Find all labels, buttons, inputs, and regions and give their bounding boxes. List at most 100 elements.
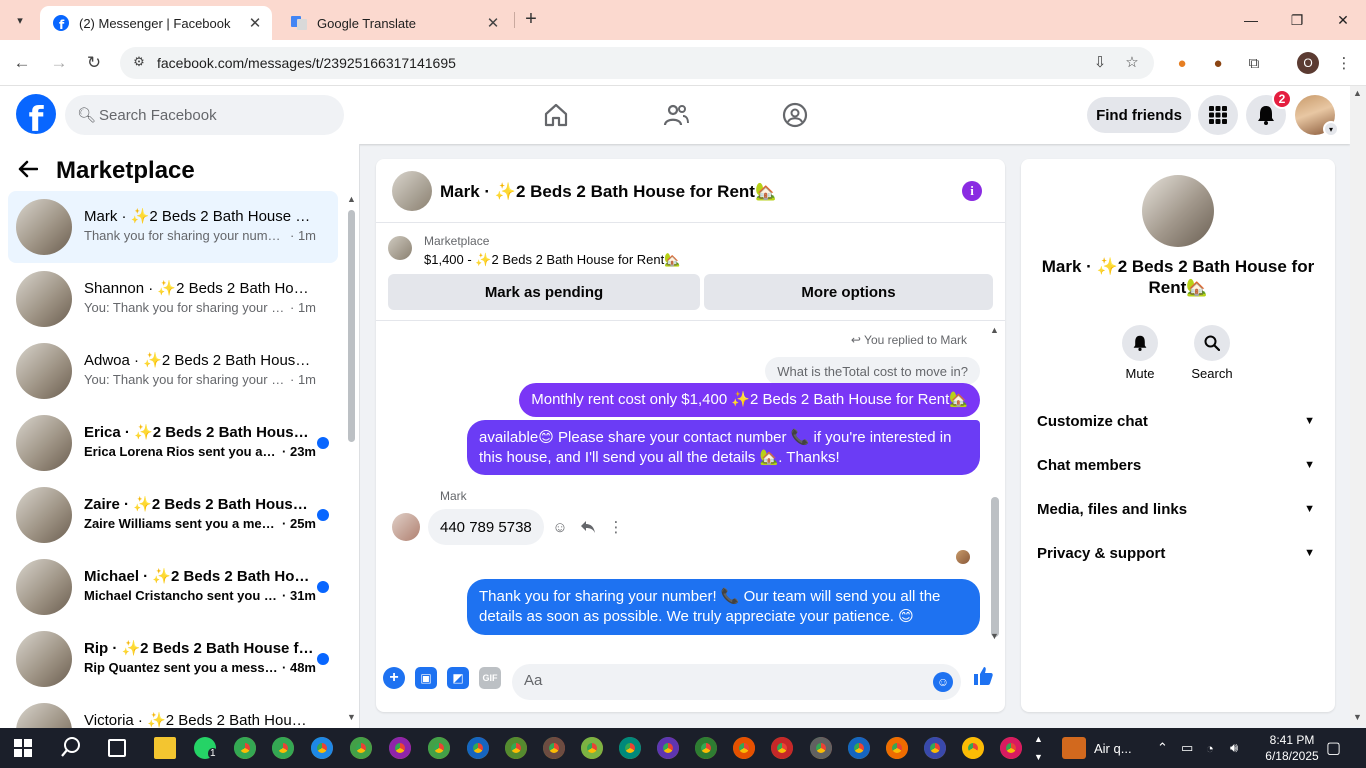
chrome-profile-icon[interactable] xyxy=(311,737,333,759)
file-explorer-icon[interactable] xyxy=(154,737,176,759)
forward-icon[interactable]: → xyxy=(46,50,72,76)
scroll-down-arrow-icon[interactable]: ▼ xyxy=(1353,712,1362,722)
conversation-item[interactable]: Zaire · ✨2 Beds 2 Bath House for Rent🏡 Za… xyxy=(8,479,338,551)
conversation-item[interactable]: Michael · ✨2 Beds 2 Bath House for Rent🏡… xyxy=(8,551,338,623)
outgoing-message[interactable]: Monthly rent cost only $1,400 ✨2 Beds 2 … xyxy=(519,383,980,417)
chrome-profile-icon[interactable] xyxy=(619,737,641,759)
chrome-profile-icon[interactable] xyxy=(810,737,832,759)
mark-as-pending-button[interactable]: Mark as pending xyxy=(388,274,700,310)
scroll-down-arrow-icon[interactable]: ▼ xyxy=(990,631,999,641)
chrome-profile-icon[interactable] xyxy=(505,737,527,759)
chrome-profile-icon[interactable] xyxy=(1000,737,1022,759)
taskbar-search-icon[interactable] xyxy=(60,736,84,760)
windows-start-icon[interactable] xyxy=(14,739,32,757)
install-app-icon[interactable]: ⇩ xyxy=(1090,53,1110,73)
plus-icon[interactable]: + xyxy=(383,667,405,689)
task-view-icon[interactable] xyxy=(108,739,126,757)
find-friends-button[interactable]: Find friends xyxy=(1087,97,1191,133)
emoji-icon[interactable]: ☺ xyxy=(933,672,953,692)
conversation-item[interactable]: Mark · ✨2 Beds 2 Bath House for Rent🏡 Tha… xyxy=(8,191,338,263)
chrome-profile-icon[interactable] xyxy=(581,737,603,759)
chrome-profile-icon[interactable] xyxy=(467,737,489,759)
system-clock[interactable]: 8:41 PM 6/18/2025 xyxy=(1262,732,1322,764)
listing-title[interactable]: $1,400 - ✨2 Beds 2 Bath House for Rent🏡 xyxy=(424,252,680,268)
chrome-profile-icon[interactable] xyxy=(848,737,870,759)
conversation-item[interactable]: Victoria · ✨2 Beds 2 Bath House for Rent… xyxy=(8,695,338,728)
customize-chat-section[interactable]: Customize chat ▼ xyxy=(1037,399,1319,443)
contact-avatar[interactable] xyxy=(1142,175,1214,247)
scroll-up-arrow-icon[interactable]: ▲ xyxy=(990,325,999,335)
outgoing-message[interactable]: Thank you for sharing your number! 📞 Our… xyxy=(467,579,980,635)
quoted-message[interactable]: What is theTotal cost to move in? xyxy=(765,357,980,385)
weather-icon[interactable] xyxy=(1062,737,1086,759)
conversation-item[interactable]: Rip · ✨2 Beds 2 Bath House for Rent🏡 Rip … xyxy=(8,623,338,695)
chrome-profile-icon[interactable] xyxy=(924,737,946,759)
network-device-icon[interactable]: ▭ xyxy=(1181,728,1193,768)
facebook-logo-icon[interactable]: f xyxy=(16,94,56,134)
account-avatar[interactable]: ▾ xyxy=(1295,95,1339,137)
outgoing-message[interactable]: available😊 Please share your contact num… xyxy=(467,420,980,475)
menu-grid-icon[interactable] xyxy=(1198,95,1238,135)
listing-thumbnail[interactable] xyxy=(388,236,412,260)
conversation-item[interactable]: Shannon · ✨2 Beds 2 Bath House for Rent🏡… xyxy=(8,263,338,335)
chat-scrollbar[interactable]: ▲ ▼ xyxy=(988,325,1002,645)
cookie-extension-icon[interactable]: ● xyxy=(1207,52,1229,74)
chat-members-section[interactable]: Chat members ▼ xyxy=(1037,443,1319,487)
tray-chevron-up-icon[interactable]: ⌃ xyxy=(1157,728,1168,768)
search-input[interactable] xyxy=(99,106,319,124)
gif-icon[interactable]: GIF xyxy=(479,667,501,689)
message-input[interactable] xyxy=(524,672,904,689)
scrollbar-thumb[interactable] xyxy=(348,210,355,442)
tab-messenger[interactable]: f (2) Messenger | Facebook ✕ xyxy=(40,6,272,40)
chrome-profile-icon[interactable] xyxy=(350,737,372,759)
list-scrollbar[interactable]: ▲ ▼ xyxy=(345,194,357,724)
info-icon[interactable]: i xyxy=(962,181,982,201)
notification-center-icon[interactable]: ▢ xyxy=(1326,728,1341,768)
chrome-profile-icon[interactable] xyxy=(543,737,565,759)
media-files-links-section[interactable]: Media, files and links ▼ xyxy=(1037,487,1319,531)
chrome-profile-icon[interactable] xyxy=(886,737,908,759)
scroll-up-arrow-icon[interactable]: ▲ xyxy=(1353,88,1362,98)
chrome-profile-icon[interactable] xyxy=(389,737,411,759)
mute-button[interactable]: Mute xyxy=(1110,325,1170,381)
site-info-icon[interactable]: ⚙ xyxy=(130,54,148,72)
bookmark-star-icon[interactable]: ☆ xyxy=(1122,53,1142,73)
wifi-icon[interactable]: ◔ xyxy=(1206,728,1214,768)
facebook-search[interactable]: 🔍︎ xyxy=(65,95,344,135)
tab-search-dropdown-icon[interactable]: ▾ xyxy=(8,8,32,32)
photo-icon[interactable]: ▣ xyxy=(415,667,437,689)
address-bar[interactable]: ⚙ facebook.com/messages/t/23925166317141… xyxy=(120,47,1154,79)
chrome-profile-icon[interactable] xyxy=(771,737,793,759)
reload-icon[interactable]: ↻ xyxy=(81,50,107,76)
volume-icon[interactable]: 🔊︎ xyxy=(1230,728,1238,768)
scroll-up-arrow-icon[interactable]: ▲ xyxy=(347,194,356,204)
chrome-profile-icon[interactable] xyxy=(428,737,450,759)
scrollbar-thumb[interactable] xyxy=(991,497,999,637)
scroll-down-arrow-icon[interactable]: ▼ xyxy=(347,712,356,722)
tab-close-icon[interactable]: ✕ xyxy=(482,14,504,32)
browser-menu-icon[interactable]: ⋮ xyxy=(1333,52,1355,74)
page-scrollbar[interactable]: ▲ ▼ xyxy=(1350,86,1366,726)
friends-icon[interactable] xyxy=(659,98,693,132)
like-thumb-icon[interactable] xyxy=(972,665,996,689)
restore-icon[interactable]: ❐ xyxy=(1274,0,1320,40)
minimize-icon[interactable]: — xyxy=(1228,0,1274,40)
weather-text[interactable]: Air q... xyxy=(1094,728,1132,768)
chrome-profile-icon[interactable] xyxy=(272,737,294,759)
react-emoji-icon[interactable]: ☺ xyxy=(550,517,570,537)
chrome-profile-icon[interactable] xyxy=(657,737,679,759)
chrome-profile-icon[interactable] xyxy=(962,737,984,759)
reply-icon[interactable] xyxy=(578,517,598,537)
conversation-item[interactable]: Adwoa · ✨2 Beds 2 Bath House for Rent🏡 Yo… xyxy=(8,335,338,407)
tab-close-icon[interactable]: ✕ xyxy=(244,14,266,32)
extensions-puzzle-icon[interactable]: ⧉ xyxy=(1243,52,1265,74)
chrome-profile-icon[interactable] xyxy=(695,737,717,759)
new-tab-icon[interactable]: + xyxy=(520,8,542,32)
back-arrow-icon[interactable] xyxy=(18,158,39,184)
url-text[interactable]: facebook.com/messages/t/2392516631714169… xyxy=(157,55,456,71)
sender-avatar[interactable] xyxy=(392,513,420,541)
more-actions-icon[interactable]: ⋮ xyxy=(606,517,626,537)
tab-google-translate[interactable]: Google Translate ✕ xyxy=(278,6,510,40)
home-icon[interactable] xyxy=(539,98,573,132)
more-options-button[interactable]: More options xyxy=(704,274,993,310)
